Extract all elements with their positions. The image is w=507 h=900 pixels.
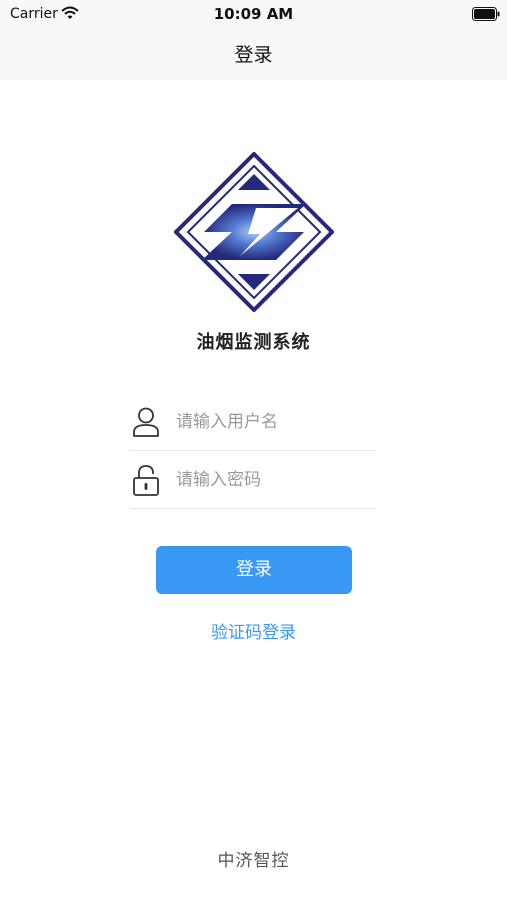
password-input[interactable]	[176, 463, 372, 497]
username-field	[130, 393, 376, 451]
status-time: 10:09 AM	[213, 5, 294, 23]
user-icon	[133, 407, 159, 437]
diamond-logo	[174, 152, 334, 312]
status-bar: Carrier 10:09 AM	[0, 0, 507, 28]
password-field	[130, 451, 376, 509]
footer-company: 中济智控	[217, 851, 290, 871]
login-button[interactable]: 登录	[156, 546, 352, 594]
navigation-bar: 登录	[0, 28, 507, 80]
sms-code-login-link[interactable]: 验证码登录	[0, 618, 507, 643]
username-input[interactable]	[176, 405, 372, 439]
lock-icon	[133, 465, 159, 496]
battery-icon	[472, 7, 500, 21]
page-title: 登录	[234, 44, 273, 66]
app-name: 油烟监测系统	[196, 332, 311, 353]
